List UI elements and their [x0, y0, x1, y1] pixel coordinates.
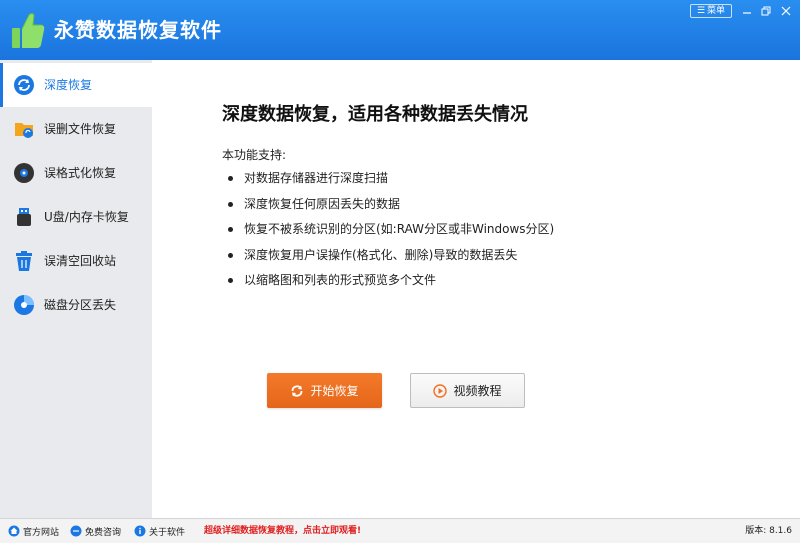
home-icon [8, 525, 20, 537]
video-tutorial-button[interactable]: 视频教程 [410, 373, 525, 408]
free-consult-label: 免费咨询 [85, 527, 122, 538]
sidebar-item-label: 误删文件恢复 [44, 122, 117, 136]
sidebar-item-label: 误格式化恢复 [44, 166, 117, 180]
sidebar-item-label: 误清空回收站 [44, 254, 117, 268]
start-recovery-button[interactable]: 开始恢复 [267, 373, 382, 408]
refresh-icon [14, 75, 34, 95]
maximize-button[interactable] [757, 3, 775, 19]
play-icon [433, 383, 448, 398]
list-item: 深度恢复用户误操作(格式化、删除)导致的数据丢失 [228, 243, 554, 269]
minimize-icon [743, 12, 751, 14]
info-icon [134, 525, 146, 537]
recycle-bin-icon [16, 251, 32, 271]
sidebar-item-label: U盘/内存卡恢复 [44, 210, 129, 224]
sidebar-item-usb-recovery[interactable]: U盘/内存卡恢复 [0, 195, 152, 239]
title-bar: 永赞数据恢复软件 ☰ 菜单 [0, 0, 800, 60]
usb-icon [17, 208, 31, 226]
close-button[interactable] [777, 3, 795, 19]
video-tutorial-label: 视频教程 [453, 384, 502, 398]
sidebar-item-label: 深度恢复 [44, 78, 93, 92]
promo-link[interactable]: 超级详细数据恢复教程，点击立即观看! [204, 519, 361, 543]
disk-icon [14, 163, 34, 183]
app-title: 永赞数据恢复软件 [54, 18, 222, 42]
official-site-link[interactable]: 官方网站 [8, 519, 59, 543]
official-site-label: 官方网站 [23, 527, 60, 538]
folder-icon [15, 123, 33, 138]
list-item: 对数据存储器进行深度扫描 [228, 166, 554, 192]
chat-icon [70, 525, 82, 537]
close-icon [781, 6, 791, 16]
menu-label: 菜单 [707, 6, 726, 16]
sidebar-item-label: 磁盘分区丢失 [44, 298, 117, 312]
list-item: 以缩略图和列表的形式预览多个文件 [228, 268, 554, 294]
list-item: 深度恢复任何原因丢失的数据 [228, 192, 554, 218]
sidebar-item-deleted-files[interactable]: 误删文件恢复 [0, 107, 152, 151]
version-label: 版本: 8.1.6 [745, 526, 792, 536]
refresh-icon [292, 384, 303, 397]
menu-lines-icon: ☰ [696, 6, 706, 16]
start-recovery-label: 开始恢复 [310, 384, 359, 398]
sidebar-item-format-recovery[interactable]: 误格式化恢复 [0, 151, 152, 195]
page-title: 深度数据恢复，适用各种数据丢失情况 [222, 104, 528, 125]
list-item: 恢复不被系统识别的分区(如:RAW分区或非Windows分区) [228, 217, 554, 243]
about-link[interactable]: 关于软件 [134, 519, 185, 543]
support-title: 本功能支持: [222, 148, 287, 162]
restore-icon [761, 6, 771, 16]
partition-icon [14, 295, 34, 315]
minimize-button[interactable] [738, 3, 756, 19]
thumbs-up-logo-icon [12, 13, 45, 48]
about-label: 关于软件 [149, 527, 186, 538]
feature-list: 对数据存储器进行深度扫描 深度恢复任何原因丢失的数据 恢复不被系统识别的分区(如… [228, 166, 554, 294]
main-panel: 深度数据恢复，适用各种数据丢失情况 本功能支持: 对数据存储器进行深度扫描 深度… [152, 60, 800, 518]
status-bar: 官方网站 免费咨询 关于软件 超级详细数据恢复教程，点击立即观看! 版本: 8.… [0, 518, 800, 543]
menu-button[interactable]: ☰ 菜单 [690, 4, 732, 18]
sidebar-item-deep-recovery[interactable]: 深度恢复 [0, 63, 152, 107]
free-consult-link[interactable]: 免费咨询 [70, 519, 121, 543]
sidebar: 深度恢复 误删文件恢复 误格式化恢复 U盘/内存卡恢复 误清空回收站 磁盘分区丢… [0, 60, 152, 518]
sidebar-item-recycle-bin[interactable]: 误清空回收站 [0, 239, 152, 283]
sidebar-item-partition-lost[interactable]: 磁盘分区丢失 [0, 283, 152, 327]
